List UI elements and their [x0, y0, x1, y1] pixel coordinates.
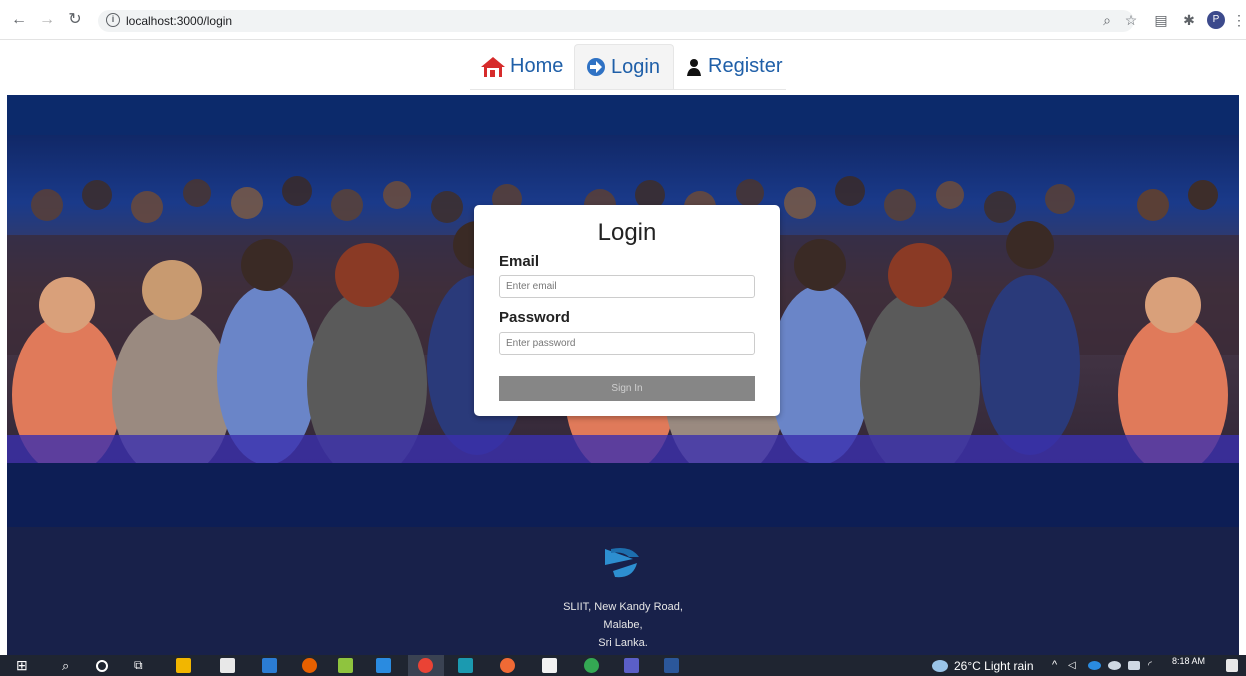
cloud-icon[interactable] — [1108, 661, 1121, 670]
email-input[interactable] — [499, 275, 755, 298]
chevron-up-icon[interactable]: ^ — [1052, 658, 1067, 673]
weather-text[interactable]: 26°C Light rain — [954, 659, 1034, 673]
search-icon[interactable]: ⌕ — [62, 658, 77, 673]
notification-icon[interactable] — [1226, 659, 1238, 672]
menu-dots-icon[interactable]: ⋮ — [1232, 11, 1246, 29]
footer: SLIIT, New Kandy Road, Malabe, Sri Lanka… — [7, 527, 1239, 655]
nav-register[interactable]: Register — [684, 44, 782, 89]
puzzle-icon[interactable]: ✱ — [1180, 11, 1198, 29]
taskbar: ⊞ ⌕ ⧉ 26°C Light rain ^ ◁ ◜ 8:18 AM — [0, 655, 1246, 676]
wifi-icon[interactable]: ◜ — [1148, 658, 1163, 673]
nav-home-label: Home — [510, 55, 564, 77]
top-nav: Home Login Register — [470, 44, 786, 90]
footer-address-line3: Sri Lanka. — [598, 637, 648, 649]
app-icon[interactable] — [584, 658, 599, 673]
password-label: Password — [499, 309, 570, 326]
onedrive-icon[interactable] — [1088, 661, 1101, 670]
browser-toolbar: ← → ↻ i localhost:3000/login ⌕ ☆ ▤ ✱ P ⋮ — [0, 0, 1246, 40]
webstorm-icon[interactable] — [458, 658, 473, 673]
document-icon[interactable] — [542, 658, 557, 673]
password-input[interactable] — [499, 332, 755, 355]
battery-icon[interactable] — [1128, 661, 1140, 670]
store-icon[interactable] — [220, 658, 235, 673]
chrome-icon[interactable] — [418, 658, 433, 673]
nav-login[interactable]: Login — [574, 44, 674, 89]
firefox-icon[interactable] — [302, 658, 317, 673]
notepad-icon[interactable] — [338, 658, 353, 673]
profile-avatar[interactable]: P — [1207, 11, 1225, 29]
address-bar[interactable]: i localhost:3000/login — [98, 10, 1134, 32]
nav-register-label: Register — [708, 55, 783, 77]
back-arrow-icon[interactable]: ← — [10, 11, 28, 29]
address-url: localhost:3000/login — [126, 14, 233, 28]
footer-address-line2: Malabe, — [603, 619, 643, 631]
zoom-icon[interactable]: ⌕ — [1098, 11, 1116, 29]
login-card: Login Email Password Sign In — [474, 205, 780, 416]
sign-in-button[interactable]: Sign In — [499, 376, 755, 401]
clock-time[interactable]: 8:18 AM — [1172, 656, 1205, 666]
home-icon — [481, 56, 505, 77]
file-explorer-icon[interactable] — [176, 658, 191, 673]
teams-icon[interactable] — [624, 658, 639, 673]
cortana-icon[interactable] — [96, 660, 108, 672]
reload-icon[interactable]: ↻ — [66, 11, 84, 29]
nav-home[interactable]: Home — [480, 44, 563, 89]
postman-icon[interactable] — [500, 658, 515, 673]
speaker-icon[interactable]: ◁ — [1068, 658, 1083, 673]
login-title: Login — [597, 219, 657, 246]
user-icon — [687, 58, 701, 76]
word-icon[interactable] — [664, 658, 679, 673]
info-icon[interactable]: i — [106, 13, 120, 27]
star-icon[interactable]: ☆ — [1122, 11, 1140, 29]
windows-start-icon[interactable]: ⊞ — [16, 658, 31, 673]
nav-login-label: Login — [611, 55, 660, 78]
task-view-icon[interactable]: ⧉ — [134, 658, 149, 673]
hero-image — [1113, 95, 1239, 527]
forward-arrow-icon[interactable]: → — [38, 11, 56, 29]
arrow-right-icon — [587, 58, 605, 76]
extension-reader-icon[interactable]: ▤ — [1152, 11, 1170, 29]
email-label: Email — [499, 253, 540, 270]
weather-icon[interactable] — [932, 660, 948, 672]
vscode-icon[interactable] — [376, 658, 391, 673]
logo-icon — [605, 548, 639, 578]
mail-icon[interactable] — [262, 658, 277, 673]
footer-address-line1: SLIIT, New Kandy Road, — [563, 601, 683, 613]
